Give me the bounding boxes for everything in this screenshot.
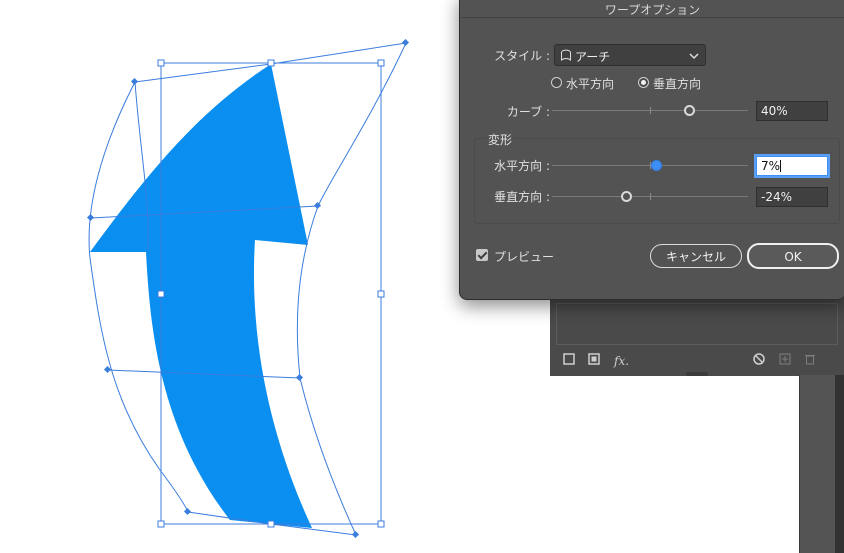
new-item-icon[interactable] — [779, 353, 791, 367]
distortion-label: 変形 — [486, 131, 515, 148]
bend-input[interactable]: 40% — [756, 101, 828, 121]
bend-slider-knob[interactable] — [683, 105, 695, 116]
fx-button[interactable]: fx. — [614, 355, 629, 367]
radio-horizontal-label: 水平方向 — [566, 77, 615, 91]
warped-arrow[interactable] — [90, 64, 312, 528]
style-value: アーチ — [575, 50, 611, 64]
distortion-vertical-input[interactable]: -24% — [756, 187, 828, 207]
bend-slider-center-tick — [650, 107, 651, 114]
distortion-horizontal-value: 7% — [761, 159, 781, 173]
text-caret — [780, 160, 782, 172]
distortion-vertical-center-tick — [650, 193, 651, 200]
square-icon[interactable] — [563, 353, 575, 367]
bend-label: カーブ : — [506, 105, 550, 119]
distortion-group — [474, 138, 840, 224]
style-label: スタイル : — [494, 49, 550, 63]
layers-panel: fx. — [550, 290, 844, 376]
preview-label: プレビュー — [494, 250, 555, 264]
no-entry-icon[interactable] — [753, 353, 765, 367]
trash-icon[interactable] — [804, 353, 816, 367]
cancel-button[interactable]: キャンセル — [650, 244, 742, 268]
distortion-horizontal-label: 水平方向 : — [494, 159, 550, 173]
distortion-horizontal-input[interactable]: 7% — [756, 156, 828, 176]
arch-style-icon — [560, 48, 572, 64]
distortion-vertical-knob[interactable] — [620, 191, 632, 202]
panel-footer-toolbar: fx. — [550, 346, 844, 376]
chevron-down-icon — [689, 49, 699, 63]
panel-list-area — [556, 303, 838, 345]
distortion-vertical-label: 垂直方向 : — [494, 190, 550, 204]
filled-square-icon[interactable] — [588, 353, 600, 367]
radio-horizontal[interactable] — [551, 77, 562, 88]
ok-button[interactable]: OK — [747, 243, 839, 269]
radio-vertical[interactable] — [638, 77, 649, 88]
panel-resize-grip[interactable] — [686, 372, 708, 376]
panel-edge — [835, 375, 844, 553]
panel-scroll-area — [799, 375, 836, 553]
title-divider — [460, 17, 844, 18]
dialog-title: ワープオプション — [604, 3, 701, 17]
radio-vertical-label: 垂直方向 — [653, 77, 702, 91]
warp-options-dialog: ワープオプション スタイル : アーチ 水平方向 垂直方向 カーブ : 40% … — [459, 0, 844, 300]
preview-checkbox[interactable] — [476, 249, 488, 261]
style-dropdown[interactable]: アーチ — [554, 44, 706, 66]
